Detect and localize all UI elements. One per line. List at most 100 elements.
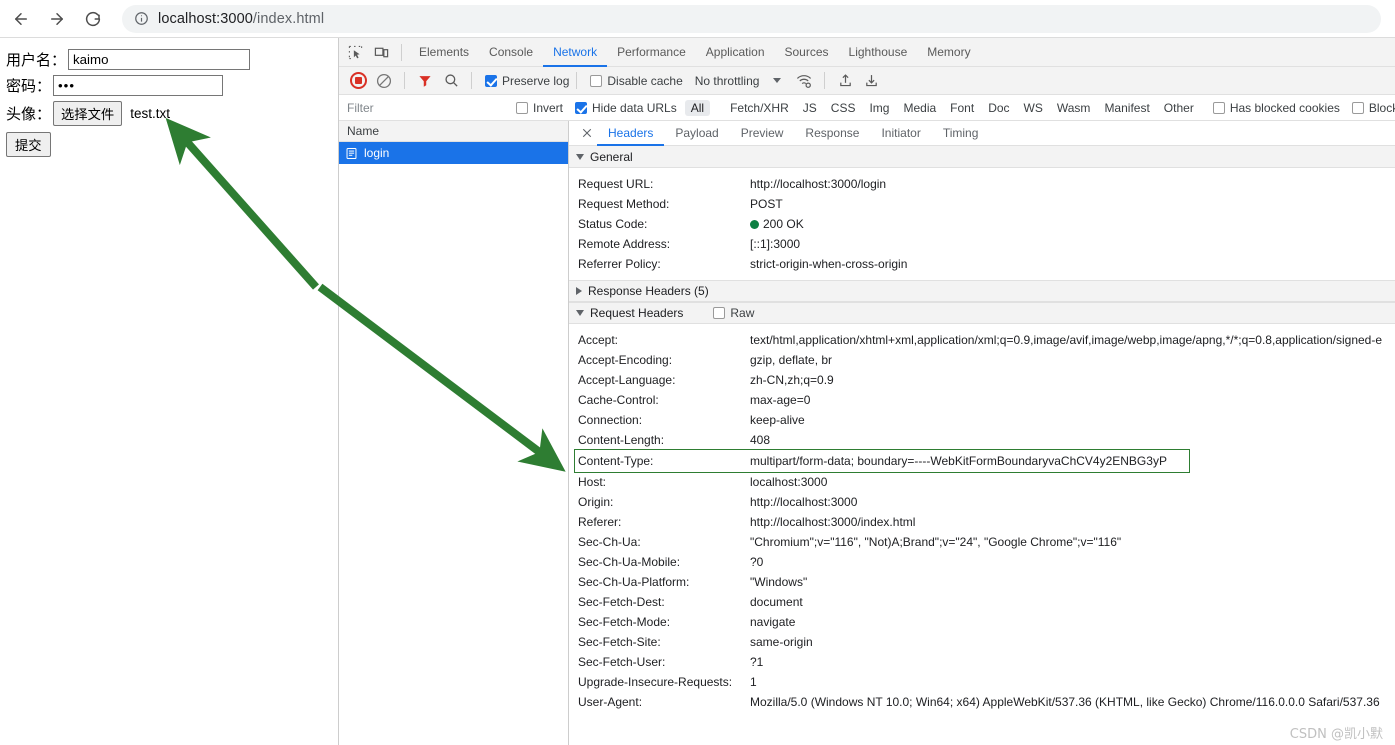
blocked-requests-label: Blocked Requests [1368, 100, 1395, 115]
type-filter-js[interactable]: JS [797, 100, 823, 116]
detail-tab-timing[interactable]: Timing [932, 121, 990, 146]
reload-button[interactable] [78, 4, 108, 34]
preserve-log-toggle[interactable]: Preserve log [485, 74, 569, 88]
type-filter-media[interactable]: Media [897, 100, 942, 116]
hide-data-urls-checkbox[interactable] [575, 101, 588, 114]
has-blocked-cookies-toggle[interactable]: Has blocked cookies [1212, 101, 1340, 115]
request-header-value: multipart/form-data; boundary=----WebKit… [750, 454, 1167, 468]
search-icon[interactable] [438, 68, 464, 94]
type-filter-ws[interactable]: WS [1018, 100, 1049, 116]
import-har-icon[interactable] [832, 68, 858, 94]
preserve-log-checkbox[interactable] [485, 74, 497, 87]
forward-button[interactable] [42, 4, 72, 34]
general-row: Status Code: 200 OK [569, 214, 1395, 234]
password-label: 密码： [6, 77, 52, 95]
type-filter-css[interactable]: CSS [825, 100, 862, 116]
response-headers-section-header[interactable]: Response Headers (5) [569, 280, 1395, 302]
detail-tab-headers[interactable]: Headers [597, 121, 664, 146]
request-header-key: Sec-Fetch-Site: [578, 635, 661, 649]
blocked-requests-toggle[interactable]: Blocked Requests [1351, 100, 1395, 115]
type-filter-img[interactable]: Img [863, 100, 895, 116]
general-value: strict-origin-when-cross-origin [750, 257, 908, 271]
username-input[interactable] [68, 49, 251, 70]
disable-cache-checkbox[interactable] [590, 74, 603, 87]
request-header-row: Sec-Fetch-Mode: navigate [569, 612, 1395, 632]
tab-network[interactable]: Network [543, 38, 607, 67]
avatar-label: 头像： [6, 105, 52, 123]
type-filter-fetch-xhr[interactable]: Fetch/XHR [724, 100, 795, 116]
address-bar[interactable]: localhost:3000/index.html [122, 4, 1381, 33]
tab-sources[interactable]: Sources [775, 38, 839, 67]
detail-tab-response[interactable]: Response [794, 121, 870, 146]
has-blocked-cookies-checkbox[interactable] [1212, 101, 1225, 114]
table-row[interactable]: login [339, 142, 568, 164]
tab-memory[interactable]: Memory [917, 38, 980, 67]
throttling-select[interactable]: No throttling [695, 74, 782, 88]
tab-performance[interactable]: Performance [607, 38, 696, 67]
detail-tab-initiator[interactable]: Initiator [870, 121, 931, 146]
password-input[interactable] [53, 75, 224, 96]
detail-tabbar: Headers Payload Preview Response Initiat… [569, 121, 1395, 146]
request-headers-list: Accept: text/html,application/xhtml+xml,a… [569, 330, 1395, 712]
devtools-panel: Elements Console Network Performance App… [338, 38, 1395, 745]
general-section-header[interactable]: General [569, 146, 1395, 168]
request-header-value: http://localhost:3000 [750, 495, 858, 509]
hide-data-urls-toggle[interactable]: Hide data URLs [575, 101, 677, 115]
close-icon[interactable] [577, 123, 597, 143]
general-value: [::1]:3000 [750, 237, 801, 251]
type-filter-wasm[interactable]: Wasm [1051, 100, 1097, 116]
raw-checkbox[interactable] [713, 307, 726, 319]
blocked-requests-checkbox[interactable] [1351, 101, 1364, 114]
back-button[interactable] [6, 4, 36, 34]
type-filter-other[interactable]: Other [1158, 100, 1200, 116]
tab-console[interactable]: Console [479, 38, 543, 67]
network-conditions-icon[interactable] [791, 68, 817, 94]
request-headers-section-header[interactable]: Request Headers Raw [569, 302, 1395, 324]
request-header-row: Origin: http://localhost:3000 [569, 492, 1395, 512]
request-header-key: Connection: [578, 413, 643, 427]
request-header-row: Upgrade-Insecure-Requests: 1 [569, 672, 1395, 692]
type-filter-font[interactable]: Font [944, 100, 980, 116]
tab-application[interactable]: Application [696, 38, 775, 67]
request-header-value: localhost:3000 [750, 475, 828, 489]
general-value: POST [750, 197, 783, 211]
request-header-value: keep-alive [750, 413, 805, 427]
detail-tab-payload[interactable]: Payload [664, 121, 729, 146]
tab-elements[interactable]: Elements [409, 38, 479, 67]
filter-icon[interactable] [412, 68, 438, 94]
invert-checkbox[interactable] [516, 101, 528, 114]
request-header-value: http://localhost:3000/index.html [750, 515, 916, 529]
general-key: Request URL: [578, 177, 654, 191]
type-filter-manifest[interactable]: Manifest [1098, 100, 1155, 116]
username-row: 用户名： [0, 49, 338, 70]
device-toolbar-icon[interactable] [368, 39, 394, 65]
invert-toggle[interactable]: Invert [516, 101, 563, 115]
selected-file-name: test.txt [130, 106, 170, 121]
submit-button[interactable]: 提交 [6, 132, 51, 157]
type-filter-all[interactable]: All [684, 99, 711, 116]
request-header-row: Sec-Ch-Ua: "Chromium";v="116", "Not)A;Bra… [569, 532, 1395, 552]
request-header-row: Sec-Fetch-Site: same-origin [569, 632, 1395, 652]
record-button[interactable] [345, 68, 371, 94]
disable-cache-toggle[interactable]: Disable cache [590, 74, 683, 88]
detail-tab-preview[interactable]: Preview [730, 121, 795, 146]
request-header-row: Accept-Encoding: gzip, deflate, br [569, 350, 1395, 370]
export-har-icon[interactable] [858, 68, 884, 94]
request-header-value: same-origin [750, 635, 813, 649]
inspect-element-icon[interactable] [342, 39, 368, 65]
request-header-row: User-Agent: Mozilla/5.0 (Windows NT 10.0;… [569, 692, 1395, 712]
request-list: Name login [339, 121, 569, 745]
clear-button[interactable] [371, 68, 397, 94]
choose-file-button[interactable]: 选择文件 [53, 101, 123, 126]
site-info-icon[interactable] [134, 11, 149, 26]
tab-lighthouse[interactable]: Lighthouse [839, 38, 918, 67]
request-header-row: Connection: keep-alive [569, 410, 1395, 430]
filter-input[interactable] [339, 94, 504, 121]
request-header-key: Sec-Fetch-Dest: [578, 595, 665, 609]
toolbar-divider [401, 43, 402, 61]
raw-toggle[interactable]: Raw [713, 306, 754, 320]
url-path: /index.html [252, 10, 325, 27]
request-header-key: Sec-Ch-Ua-Mobile: [578, 555, 681, 569]
type-filter-doc[interactable]: Doc [982, 100, 1015, 116]
request-header-key: Upgrade-Insecure-Requests: [578, 675, 733, 689]
